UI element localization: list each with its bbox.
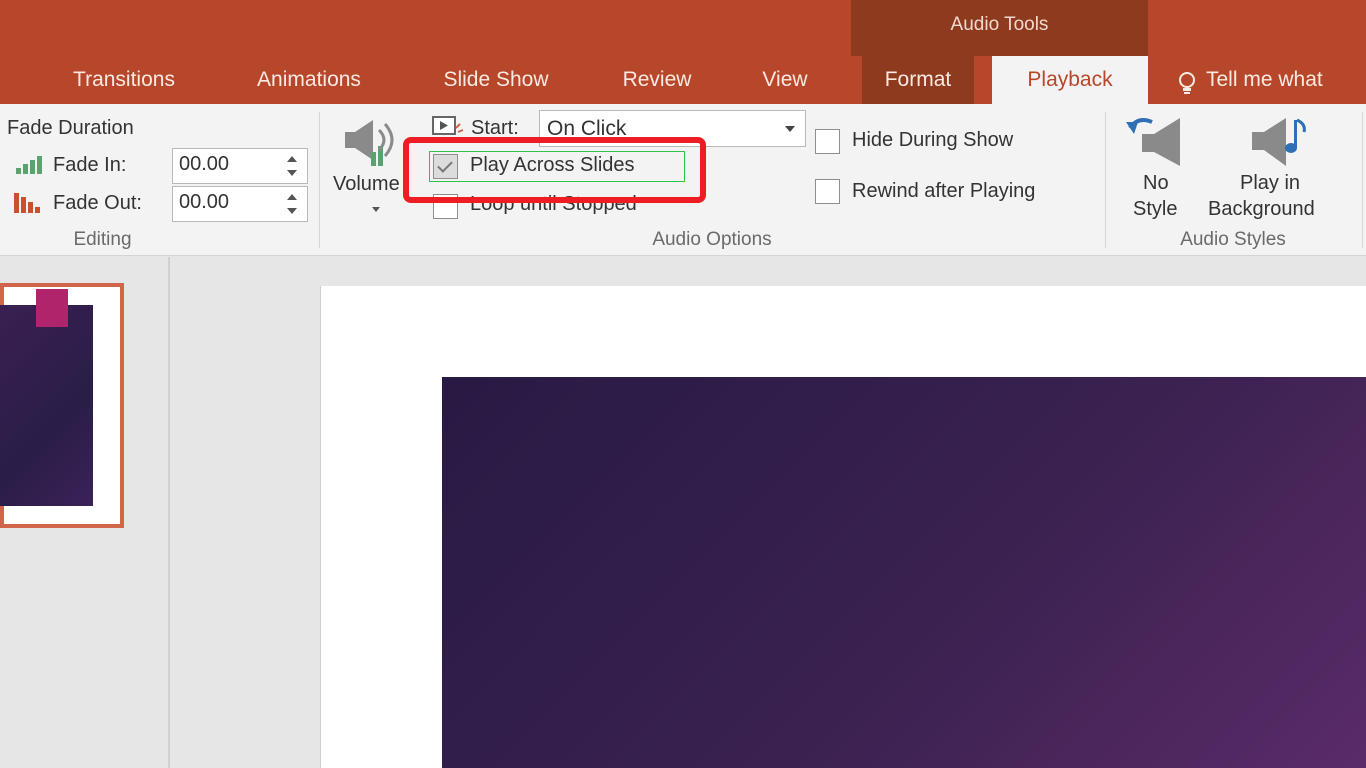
tab-slide-show[interactable]: Slide Show — [424, 56, 568, 104]
audio-styles-group-label: Audio Styles — [1180, 229, 1286, 250]
powerpoint-window: Audio Tools Transitions Animations Slide… — [0, 0, 1366, 768]
fade-in-value[interactable]: 00.00 — [179, 153, 229, 176]
tell-me-label: Tell me what — [1206, 68, 1323, 91]
tab-playback[interactable]: Playback — [992, 56, 1148, 104]
audio-tools-label: Audio Tools — [950, 14, 1049, 35]
tab-transitions[interactable]: Transitions — [52, 56, 196, 104]
tab-animations[interactable]: Animations — [232, 56, 386, 104]
volume-label[interactable]: Volume — [333, 173, 400, 196]
tell-me-box[interactable]: Tell me what — [1178, 56, 1323, 104]
tab-view[interactable]: View — [744, 56, 826, 104]
fade-out-spinner[interactable]: 00.00 — [172, 186, 308, 222]
no-style-label-line2[interactable]: Style — [1133, 198, 1177, 221]
tab-format[interactable]: Format — [862, 56, 974, 104]
group-divider — [1105, 112, 1106, 248]
fade-out-value[interactable]: 00.00 — [179, 191, 229, 214]
rewind-after-playing-label[interactable]: Rewind after Playing — [852, 180, 1035, 203]
spinner-arrows-icon[interactable] — [287, 190, 299, 218]
hide-during-show-checkbox[interactable] — [815, 129, 840, 154]
slide-thumbnail-preview[interactable] — [0, 305, 93, 506]
title-bar — [0, 0, 1366, 56]
group-divider — [319, 112, 320, 248]
slide-background[interactable] — [442, 377, 1366, 768]
play-in-background-label-line2[interactable]: Background — [1208, 198, 1315, 221]
volume-icon[interactable] — [343, 118, 403, 168]
pane-splitter[interactable] — [168, 257, 170, 768]
audio-options-group-label: Audio Options — [652, 229, 772, 250]
volume-dropdown-icon[interactable] — [372, 207, 380, 212]
fade-in-spinner[interactable]: 00.00 — [172, 148, 308, 184]
focus-outline — [429, 151, 685, 182]
fade-out-icon — [14, 193, 40, 213]
spinner-arrows-icon[interactable] — [287, 152, 299, 180]
play-in-background-icon[interactable] — [1250, 116, 1312, 168]
lightbulb-icon — [1178, 67, 1196, 94]
hide-during-show-label[interactable]: Hide During Show — [852, 129, 1013, 152]
no-style-icon[interactable] — [1124, 112, 1184, 168]
thumbnail-tag — [36, 289, 68, 327]
fade-duration-heading: Fade Duration — [7, 117, 134, 139]
fade-in-label: Fade In: — [53, 154, 127, 176]
play-in-background-label-line1[interactable]: Play in — [1240, 172, 1300, 195]
group-divider — [1362, 112, 1363, 248]
editing-group-label: Editing — [73, 229, 132, 250]
no-style-label-line1[interactable]: No — [1143, 172, 1169, 195]
fade-in-icon — [16, 156, 42, 174]
fade-out-label: Fade Out: — [53, 192, 142, 214]
chevron-down-icon[interactable] — [785, 126, 795, 132]
tab-review[interactable]: Review — [604, 56, 710, 104]
rewind-after-playing-checkbox[interactable] — [815, 179, 840, 204]
